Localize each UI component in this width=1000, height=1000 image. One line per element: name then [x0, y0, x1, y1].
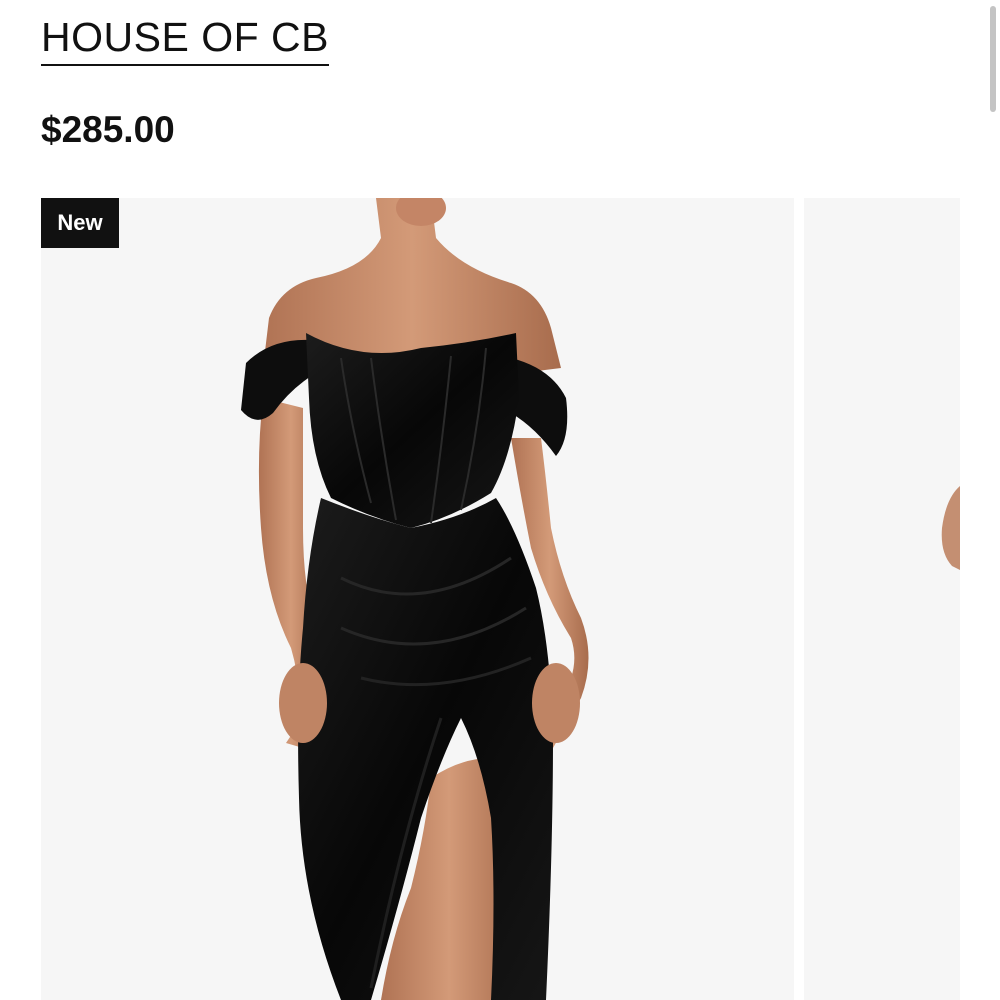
new-badge: New — [41, 198, 119, 248]
carousel-slide-main[interactable]: New — [41, 198, 794, 1000]
dress-corset — [306, 333, 519, 528]
product-page: HOUSE OF CB $285.00 New — [0, 0, 1000, 1000]
next-product-photo — [941, 486, 960, 570]
model-right-hand — [532, 663, 580, 743]
scrollbar-thumb[interactable] — [990, 6, 996, 112]
model-left-hand — [279, 663, 327, 743]
product-price: $285.00 — [41, 109, 175, 150]
page-scrollbar[interactable] — [986, 0, 1000, 1000]
product-photo — [241, 198, 589, 1000]
brand-link[interactable]: HOUSE OF CB — [41, 12, 329, 66]
product-image-carousel[interactable]: New — [41, 198, 960, 1000]
carousel-slide-next[interactable] — [804, 198, 960, 1000]
